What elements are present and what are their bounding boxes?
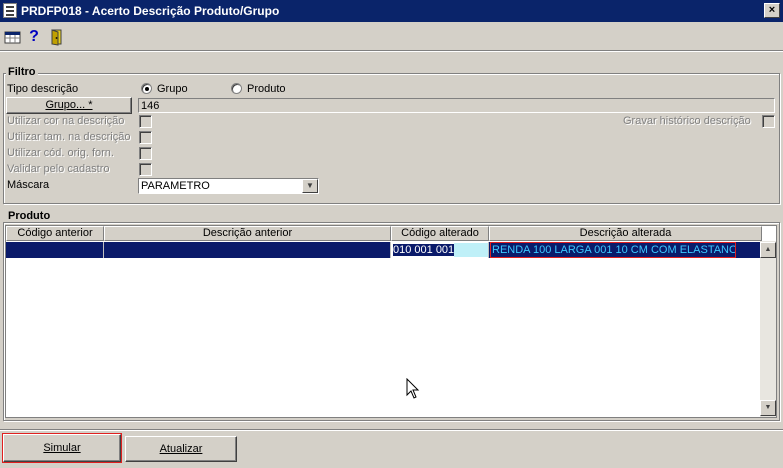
- utilizar-cor-label: Utilizar cor na descrição: [7, 115, 125, 127]
- radio-grupo-label: Grupo: [157, 83, 188, 95]
- radio-produto-label: Produto: [247, 83, 286, 95]
- col-descricao-alterada[interactable]: Descrição alterada: [489, 226, 762, 241]
- scroll-up-icon[interactable]: ▲: [760, 242, 776, 258]
- close-button[interactable]: ×: [764, 3, 780, 18]
- col-codigo-alterado[interactable]: Código alterado: [391, 226, 489, 241]
- radio-grupo[interactable]: [141, 83, 152, 94]
- utilizar-cod-checkbox[interactable]: [139, 147, 152, 160]
- filtro-title: Filtro: [6, 66, 38, 78]
- validar-checkbox[interactable]: [139, 163, 152, 176]
- scroll-down-icon[interactable]: ▼: [760, 400, 776, 416]
- grupo-button-label: Grupo... *: [45, 99, 93, 111]
- utilizar-cor-checkbox[interactable]: [139, 115, 152, 128]
- validar-label: Validar pelo cadastro: [7, 163, 110, 175]
- mascara-value: PARAMETRO: [141, 180, 210, 192]
- tipo-descricao-label: Tipo descrição: [7, 83, 79, 95]
- mascara-dropdown-arrow-icon[interactable]: ▼: [302, 179, 318, 193]
- cell-descricao-anterior[interactable]: [104, 242, 391, 258]
- mascara-label: Máscara: [7, 179, 50, 191]
- grid-icon[interactable]: [3, 27, 23, 47]
- mouse-cursor-icon: [406, 378, 420, 399]
- grupo-lookup-button[interactable]: Grupo... *: [6, 97, 132, 114]
- table-row[interactable]: 010 001 001 RENDA 100 LARGA 001 10 CM CO…: [6, 242, 762, 258]
- utilizar-tam-checkbox[interactable]: [139, 131, 152, 144]
- gravar-historico-checkbox[interactable]: [762, 115, 775, 128]
- window-title: PRDFP018 - Acerto Descrição Produto/Grup…: [21, 4, 280, 18]
- cell-codigo-anterior[interactable]: [6, 242, 104, 258]
- simular-button[interactable]: Simular: [2, 433, 122, 463]
- title-bar: PRDFP018 - Acerto Descrição Produto/Grup…: [0, 0, 783, 22]
- col-descricao-anterior[interactable]: Descrição anterior: [104, 226, 391, 241]
- col-codigo-anterior[interactable]: Código anterior: [6, 226, 104, 241]
- atualizar-label: Atualizar: [159, 443, 203, 455]
- gravar-historico-label: Gravar histórico descrição: [623, 115, 751, 127]
- utilizar-tam-label: Utilizar tam. na descrição: [7, 131, 131, 143]
- grupo-value-field[interactable]: 146: [138, 98, 775, 113]
- exit-door-icon[interactable]: [47, 27, 67, 47]
- cell-codigo-alterado[interactable]: 010 001 001: [391, 242, 489, 258]
- radio-produto[interactable]: [231, 83, 242, 94]
- atualizar-button[interactable]: Atualizar: [125, 436, 237, 462]
- edit-caret-area: [454, 243, 488, 258]
- produto-grid: Código anterior Descrição anterior Códig…: [5, 225, 777, 418]
- toolbar: ?: [0, 22, 783, 50]
- toolbar-separator: [0, 50, 783, 52]
- produto-title: Produto: [6, 210, 53, 222]
- utilizar-cod-label: Utilizar cód. orig. forn.: [7, 147, 114, 159]
- grid-scrollbar[interactable]: ▲ ▼: [760, 241, 776, 417]
- cell-descricao-alterada[interactable]: RENDA 100 LARGA 001 10 CM COM ELASTANO: [490, 242, 736, 258]
- help-icon[interactable]: ?: [24, 27, 44, 47]
- app-icon[interactable]: [3, 3, 17, 18]
- bottom-separator: [0, 429, 783, 431]
- simular-label: Simular: [43, 442, 81, 454]
- codigo-alterado-value: 010 001 001: [393, 244, 455, 256]
- mascara-select[interactable]: PARAMETRO: [138, 178, 319, 194]
